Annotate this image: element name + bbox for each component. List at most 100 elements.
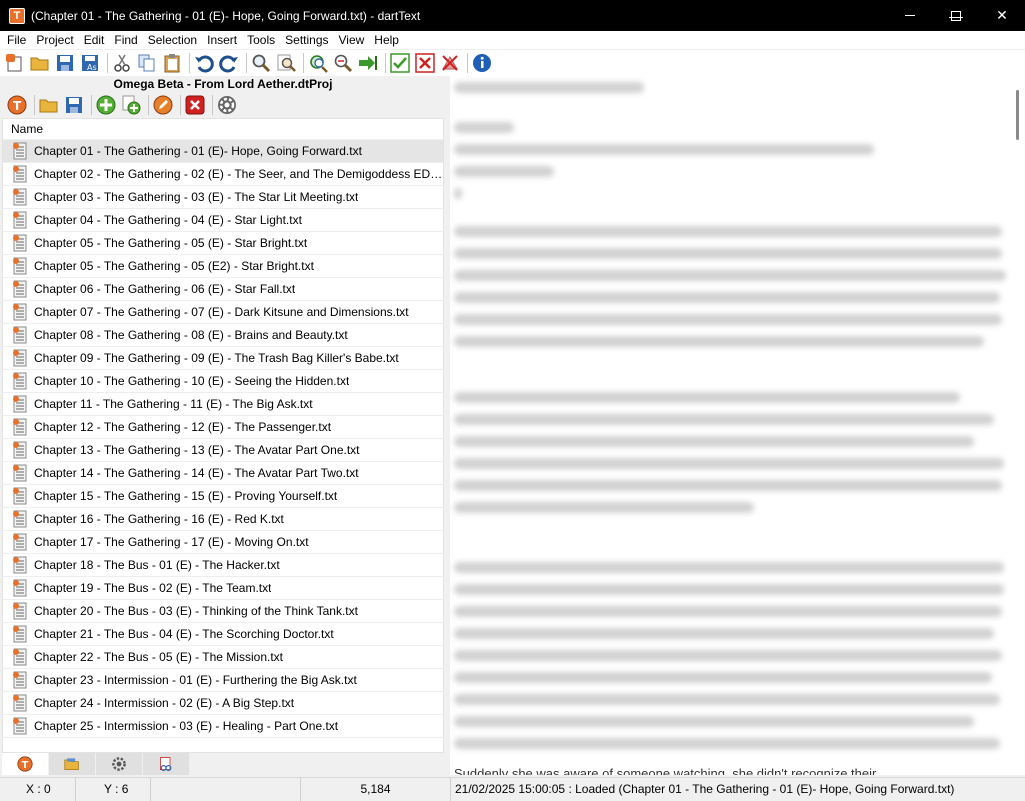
file-list-item[interactable]: Chapter 22 - The Bus - 05 (E) - The Miss… bbox=[3, 646, 443, 669]
edit-file-button[interactable] bbox=[152, 94, 174, 116]
open-file-button[interactable] bbox=[29, 52, 51, 74]
file-list-item[interactable]: Chapter 05 - The Gathering - 05 (E) - St… bbox=[3, 232, 443, 255]
text-file-icon bbox=[12, 579, 30, 597]
file-list-item[interactable]: Chapter 08 - The Gathering - 08 (E) - Br… bbox=[3, 324, 443, 347]
menu-insert[interactable]: Insert bbox=[202, 33, 242, 47]
text-file-icon bbox=[12, 303, 30, 321]
file-name: Chapter 06 - The Gathering - 06 (E) - St… bbox=[34, 282, 296, 296]
file-list-item[interactable]: Chapter 20 - The Bus - 03 (E) - Thinking… bbox=[3, 600, 443, 623]
menu-bar: File Project Edit Find Selection Insert … bbox=[0, 31, 1025, 50]
save-button[interactable] bbox=[54, 52, 76, 74]
undo-button[interactable] bbox=[193, 52, 215, 74]
svg-text:T: T bbox=[13, 99, 22, 113]
file-list-item[interactable]: Chapter 17 - The Gathering - 17 (E) - Mo… bbox=[3, 531, 443, 554]
status-y: Y : 6 bbox=[76, 777, 151, 801]
file-list-item[interactable]: Chapter 06 - The Gathering - 06 (E) - St… bbox=[3, 278, 443, 301]
copy-button[interactable] bbox=[136, 52, 158, 74]
menu-view[interactable]: View bbox=[334, 33, 370, 47]
menu-edit[interactable]: Edit bbox=[79, 33, 110, 47]
column-header-name[interactable]: Name bbox=[3, 119, 443, 140]
text-file-icon bbox=[12, 717, 30, 735]
project-app-button[interactable]: T bbox=[6, 94, 28, 116]
zoom-button[interactable] bbox=[332, 52, 354, 74]
file-list-item[interactable]: Chapter 19 - The Bus - 02 (E) - The Team… bbox=[3, 577, 443, 600]
reject-button[interactable] bbox=[414, 52, 436, 74]
file-list-item[interactable]: Chapter 07 - The Gathering - 07 (E) - Da… bbox=[3, 301, 443, 324]
copy-icon bbox=[138, 54, 155, 72]
text-file-icon bbox=[12, 464, 30, 482]
file-list-item[interactable]: Chapter 01 - The Gathering - 01 (E)- Hop… bbox=[3, 140, 443, 163]
close-button[interactable]: ✕ bbox=[979, 0, 1025, 31]
file-list-item[interactable]: Chapter 18 - The Bus - 01 (E) - The Hack… bbox=[3, 554, 443, 577]
add-existing-file-button[interactable] bbox=[120, 94, 142, 116]
toolbar-separator bbox=[303, 53, 304, 73]
file-list-item[interactable]: Chapter 21 - The Bus - 04 (E) - The Scor… bbox=[3, 623, 443, 646]
project-file-list[interactable]: Name Chapter 01 - The Gathering - 01 (E)… bbox=[2, 118, 444, 753]
file-name: Chapter 22 - The Bus - 05 (E) - The Miss… bbox=[34, 650, 283, 664]
minimize-button-visible[interactable] bbox=[887, 0, 933, 31]
file-list-item[interactable]: Chapter 23 - Intermission - 01 (E) - Fur… bbox=[3, 669, 443, 692]
paste-button[interactable] bbox=[161, 52, 183, 74]
menu-selection[interactable]: Selection bbox=[143, 33, 202, 47]
editor-visible-text: Suddenly she was aware of someone watchi… bbox=[454, 766, 877, 775]
file-list-item[interactable]: Chapter 09 - The Gathering - 09 (E) - Th… bbox=[3, 347, 443, 370]
x-box-icon bbox=[415, 53, 435, 73]
project-settings-button[interactable] bbox=[216, 94, 238, 116]
editor-vertical-scrollbar[interactable] bbox=[1011, 76, 1025, 775]
toolbar-separator bbox=[467, 53, 468, 73]
file-list-item[interactable]: Chapter 10 - The Gathering - 10 (E) - Se… bbox=[3, 370, 443, 393]
app-icon[interactable]: T bbox=[9, 7, 25, 24]
save-project-button[interactable] bbox=[63, 94, 85, 116]
menu-tools[interactable]: Tools bbox=[242, 33, 280, 47]
find-button[interactable] bbox=[250, 52, 272, 74]
file-list-item[interactable]: Chapter 13 - The Gathering - 13 (E) - Th… bbox=[3, 439, 443, 462]
file-list-item[interactable]: Chapter 14 - The Gathering - 14 (E) - Th… bbox=[3, 462, 443, 485]
file-list-item[interactable]: Chapter 03 - The Gathering - 03 (E) - Th… bbox=[3, 186, 443, 209]
menu-file[interactable]: File bbox=[2, 33, 31, 47]
tab-settings[interactable] bbox=[96, 753, 143, 775]
scrollbar-thumb[interactable] bbox=[1016, 90, 1019, 140]
file-list-item[interactable]: Chapter 05 - The Gathering - 05 (E2) - S… bbox=[3, 255, 443, 278]
file-list-item[interactable]: Chapter 12 - The Gathering - 12 (E) - Th… bbox=[3, 416, 443, 439]
redo-button[interactable] bbox=[218, 52, 240, 74]
accept-button[interactable] bbox=[389, 52, 411, 74]
menu-project[interactable]: Project bbox=[31, 33, 78, 47]
new-file-button[interactable] bbox=[4, 52, 26, 74]
project-panel: Omega Beta - From Lord Aether.dtProj T N… bbox=[0, 76, 446, 753]
text-editor[interactable]: Suddenly she was aware of someone watchi… bbox=[450, 76, 1025, 775]
file-list-item[interactable]: Chapter 16 - The Gathering - 16 (E) - Re… bbox=[3, 508, 443, 531]
file-list-item[interactable]: Chapter 25 - Intermission - 03 (E) - Hea… bbox=[3, 715, 443, 738]
find-next-button[interactable] bbox=[275, 52, 297, 74]
text-file-icon bbox=[12, 648, 30, 666]
find-replace-button[interactable] bbox=[307, 52, 329, 74]
text-file-icon bbox=[12, 234, 30, 252]
cut-button[interactable] bbox=[111, 52, 133, 74]
goto-line-button[interactable] bbox=[357, 52, 379, 74]
new-file-icon bbox=[6, 54, 22, 72]
tab-clips[interactable] bbox=[143, 753, 190, 775]
menu-settings[interactable]: Settings bbox=[280, 33, 333, 47]
status-blank bbox=[151, 777, 301, 801]
file-list-item[interactable]: Chapter 04 - The Gathering - 04 (E) - St… bbox=[3, 209, 443, 232]
tab-files[interactable] bbox=[49, 753, 96, 775]
redo-icon bbox=[219, 55, 238, 73]
add-file-button[interactable] bbox=[95, 94, 117, 116]
tab-project[interactable]: T bbox=[2, 753, 49, 775]
file-name: Chapter 19 - The Bus - 02 (E) - The Team… bbox=[34, 581, 272, 595]
menu-find[interactable]: Find bbox=[109, 33, 142, 47]
clear-button[interactable] bbox=[439, 52, 461, 74]
menu-help[interactable]: Help bbox=[369, 33, 404, 47]
text-file-icon bbox=[12, 602, 30, 620]
maximize-button[interactable] bbox=[933, 0, 979, 31]
file-list-item[interactable]: Chapter 24 - Intermission - 02 (E) - A B… bbox=[3, 692, 443, 715]
save-as-button[interactable]: As bbox=[79, 52, 101, 74]
open-project-button[interactable] bbox=[38, 94, 60, 116]
file-list-item[interactable]: Chapter 02 - The Gathering - 02 (E) - Th… bbox=[3, 163, 443, 186]
remove-file-button[interactable] bbox=[184, 94, 206, 116]
status-count: 5,184 bbox=[301, 777, 451, 801]
about-button[interactable] bbox=[471, 52, 493, 74]
file-list-item[interactable]: Chapter 11 - The Gathering - 11 (E) - Th… bbox=[3, 393, 443, 416]
text-file-icon bbox=[12, 211, 30, 229]
file-list-item[interactable]: Chapter 15 - The Gathering - 15 (E) - Pr… bbox=[3, 485, 443, 508]
info-icon bbox=[473, 54, 491, 72]
